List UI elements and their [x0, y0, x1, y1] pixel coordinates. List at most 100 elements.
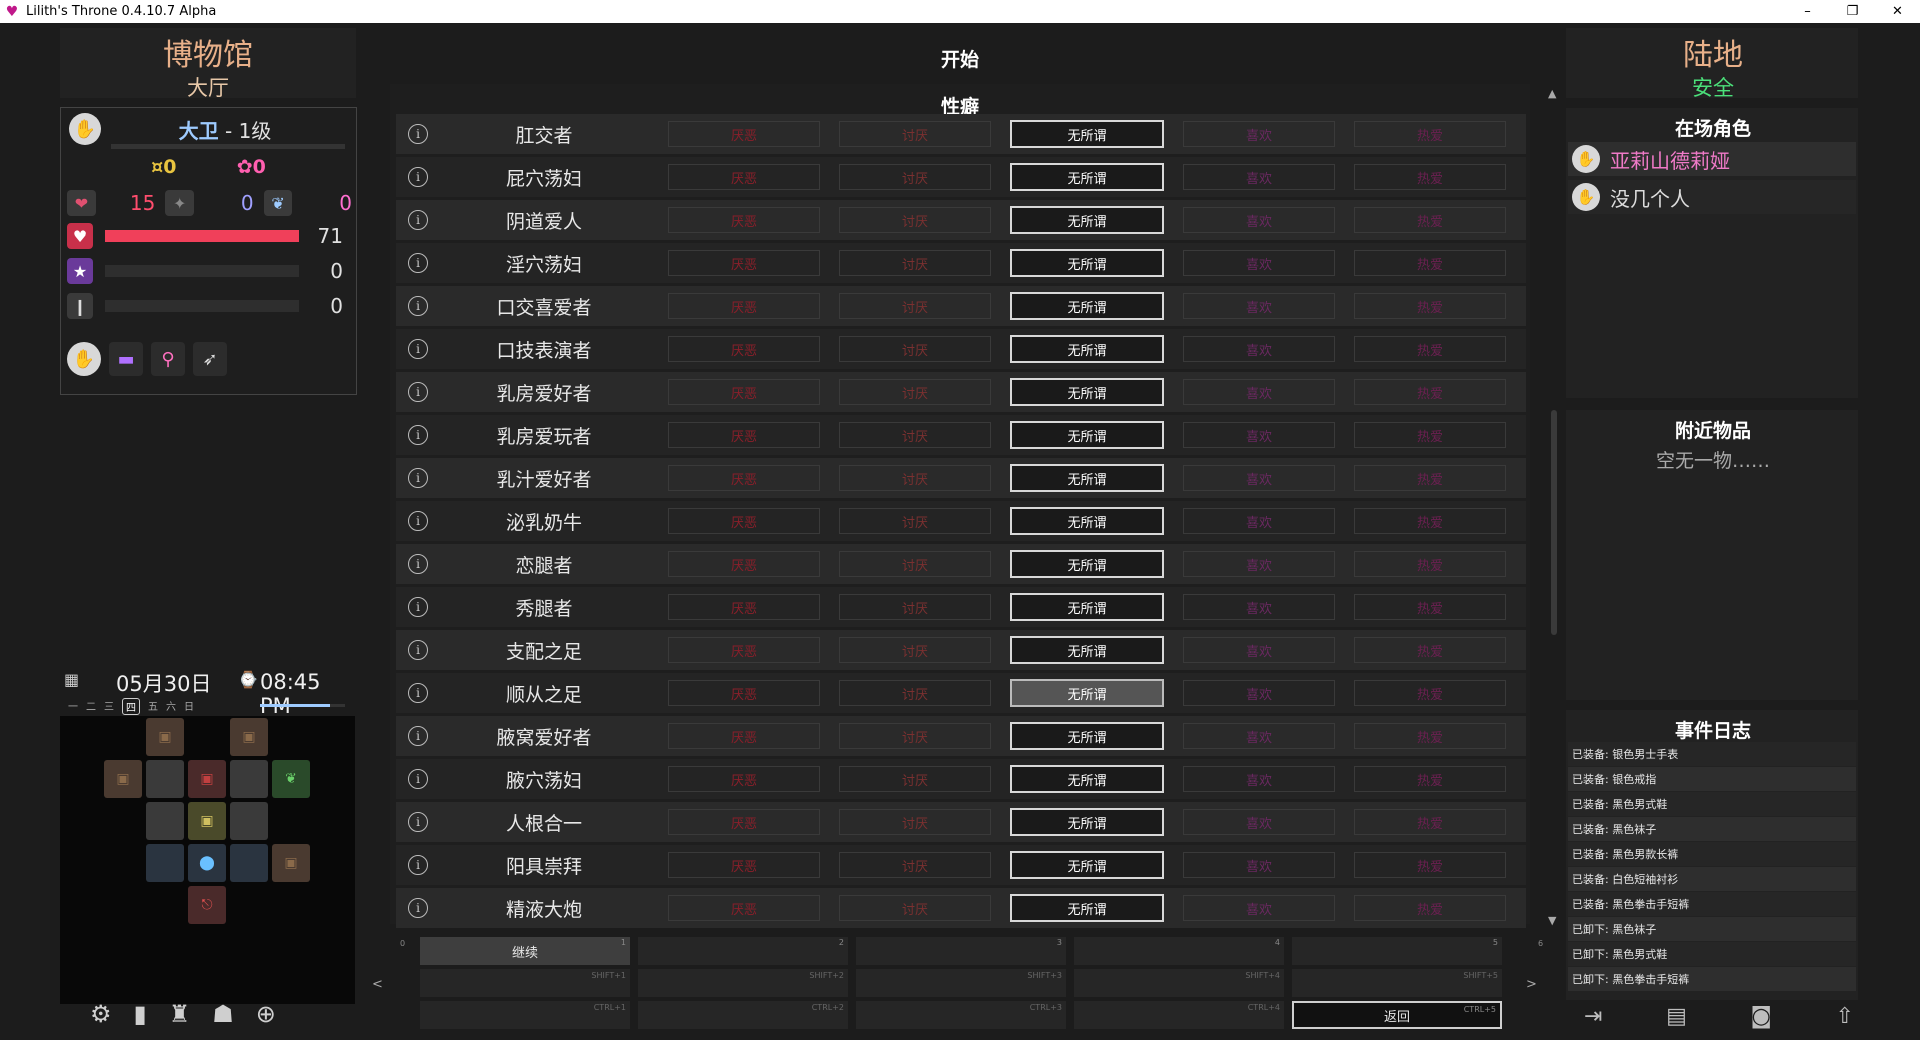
dislike-option[interactable]: 讨厌: [839, 379, 991, 405]
neutral-option[interactable]: 无所谓: [1010, 206, 1164, 234]
hate-option[interactable]: 厌恶: [668, 379, 820, 405]
like-option[interactable]: 喜欢: [1183, 250, 1335, 276]
map-tile[interactable]: [230, 844, 268, 882]
map-tile[interactable]: [146, 844, 184, 882]
neutral-option[interactable]: 无所谓: [1010, 593, 1164, 621]
neutral-option[interactable]: 无所谓: [1010, 292, 1164, 320]
love-option[interactable]: 热爱: [1354, 594, 1506, 620]
info-icon[interactable]: i: [408, 898, 428, 918]
map-tile[interactable]: ❦: [272, 760, 310, 798]
love-option[interactable]: 热爱: [1354, 207, 1506, 233]
feather-icon[interactable]: ➶: [193, 342, 227, 376]
dislike-option[interactable]: 讨厌: [839, 809, 991, 835]
like-option[interactable]: 喜欢: [1183, 336, 1335, 362]
dislike-option[interactable]: 讨厌: [839, 766, 991, 792]
info-icon[interactable]: i: [408, 683, 428, 703]
neutral-option[interactable]: 无所谓: [1010, 636, 1164, 664]
hate-option[interactable]: 厌恶: [668, 809, 820, 835]
map-tile[interactable]: ▣: [104, 760, 142, 798]
present-character[interactable]: ✋ 没几个人: [1568, 180, 1856, 214]
dislike-option[interactable]: 讨厌: [839, 293, 991, 319]
dislike-option[interactable]: 讨厌: [839, 250, 991, 276]
neutral-option[interactable]: 无所谓: [1010, 378, 1164, 406]
dislike-option[interactable]: 讨厌: [839, 164, 991, 190]
info-icon[interactable]: i: [408, 640, 428, 660]
info-icon[interactable]: i: [408, 425, 428, 445]
lust-row[interactable]: ❙ 0: [67, 291, 347, 321]
scrollbar-thumb[interactable]: [1551, 410, 1557, 635]
like-option[interactable]: 喜欢: [1183, 895, 1335, 921]
close-button[interactable]: ✕: [1875, 0, 1920, 23]
info-icon[interactable]: i: [408, 597, 428, 617]
dislike-option[interactable]: 讨厌: [839, 465, 991, 491]
love-option[interactable]: 热爱: [1354, 852, 1506, 878]
map-tile[interactable]: ▣: [146, 718, 184, 756]
neutral-option[interactable]: 无所谓: [1010, 722, 1164, 750]
like-option[interactable]: 喜欢: [1183, 723, 1335, 749]
hate-option[interactable]: 厌恶: [668, 422, 820, 448]
neutral-option[interactable]: 无所谓: [1010, 894, 1164, 922]
dislike-option[interactable]: 讨厌: [839, 336, 991, 362]
action-shift-5[interactable]: SHIFT+5: [1292, 969, 1502, 997]
dislike-option[interactable]: 讨厌: [839, 723, 991, 749]
hate-option[interactable]: 厌恶: [668, 121, 820, 147]
essence-count[interactable]: ✿0: [237, 156, 266, 178]
gender-icon[interactable]: ⚲: [151, 342, 185, 376]
player-hand-icon[interactable]: ✋: [69, 113, 101, 145]
hand-icon[interactable]: ✋: [67, 342, 101, 376]
hate-option[interactable]: 厌恶: [668, 637, 820, 663]
neutral-option[interactable]: 无所谓: [1010, 550, 1164, 578]
hate-option[interactable]: 厌恶: [668, 680, 820, 706]
like-option[interactable]: 喜欢: [1183, 637, 1335, 663]
action-slot-2[interactable]: 2: [638, 937, 848, 965]
info-icon[interactable]: i: [408, 167, 428, 187]
action-ctrl-1[interactable]: CTRL+1: [420, 1001, 630, 1029]
love-option[interactable]: 热爱: [1354, 809, 1506, 835]
save-icon[interactable]: ◙: [1751, 1004, 1772, 1029]
neutral-option[interactable]: 无所谓: [1010, 808, 1164, 836]
dislike-option[interactable]: 讨厌: [839, 121, 991, 147]
like-option[interactable]: 喜欢: [1183, 551, 1335, 577]
next-page-button[interactable]: >: [1526, 977, 1537, 992]
like-option[interactable]: 喜欢: [1183, 680, 1335, 706]
like-option[interactable]: 喜欢: [1183, 766, 1335, 792]
dislike-option[interactable]: 讨厌: [839, 680, 991, 706]
present-character[interactable]: ✋ 亚莉山德莉娅: [1568, 142, 1856, 176]
neutral-option[interactable]: 无所谓: [1010, 421, 1164, 449]
map-tile[interactable]: [230, 802, 268, 840]
journal-icon[interactable]: ▤: [1666, 1004, 1687, 1029]
info-icon[interactable]: i: [408, 339, 428, 359]
info-icon[interactable]: i: [408, 855, 428, 875]
love-option[interactable]: 热爱: [1354, 250, 1506, 276]
neutral-option[interactable]: 无所谓: [1010, 120, 1164, 148]
characters-icon[interactable]: ☗: [212, 1000, 234, 1028]
like-option[interactable]: 喜欢: [1183, 508, 1335, 534]
export-icon[interactable]: ⇥: [1584, 1004, 1602, 1029]
action-slot-3[interactable]: 3: [856, 937, 1066, 965]
minimize-button[interactable]: –: [1785, 0, 1830, 23]
bed-icon[interactable]: ▬: [109, 342, 143, 376]
zoom-icon[interactable]: ⊕: [256, 1000, 276, 1028]
phone-icon[interactable]: ▮: [134, 1000, 147, 1028]
info-icon[interactable]: i: [408, 296, 428, 316]
neutral-option[interactable]: 无所谓: [1010, 507, 1164, 535]
mana-row[interactable]: ★ 0: [67, 256, 347, 286]
info-icon[interactable]: i: [408, 210, 428, 230]
hearts-icon[interactable]: ❤: [67, 190, 96, 216]
info-icon[interactable]: i: [408, 124, 428, 144]
neutral-option[interactable]: 无所谓: [1010, 464, 1164, 492]
hate-option[interactable]: 厌恶: [668, 723, 820, 749]
map-tile[interactable]: [146, 760, 184, 798]
love-option[interactable]: 热爱: [1354, 766, 1506, 792]
map-tile[interactable]: ⬤: [188, 844, 226, 882]
calendar-icon[interactable]: ▦: [64, 670, 79, 689]
maximize-button[interactable]: ❐: [1830, 0, 1875, 23]
like-option[interactable]: 喜欢: [1183, 465, 1335, 491]
love-option[interactable]: 热爱: [1354, 508, 1506, 534]
dislike-option[interactable]: 讨厌: [839, 852, 991, 878]
neutral-option[interactable]: 无所谓: [1010, 679, 1164, 707]
love-option[interactable]: 热爱: [1354, 551, 1506, 577]
info-icon[interactable]: i: [408, 554, 428, 574]
character-name-level[interactable]: 大卫 - 1级: [101, 115, 349, 144]
watch-icon[interactable]: ⌚: [238, 670, 258, 689]
